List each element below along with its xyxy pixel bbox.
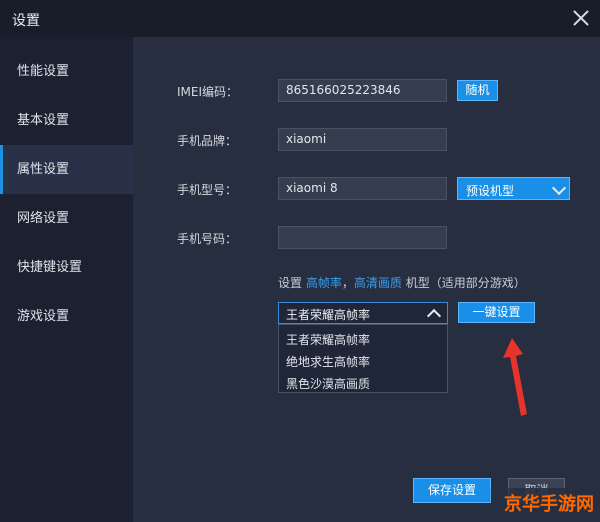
preset-model-label: 预设机型 xyxy=(466,184,515,198)
one-key-setup-button[interactable]: 一键设置 xyxy=(458,302,535,323)
hint-suffix: 机型（适用部分游戏） xyxy=(401,276,526,290)
frame-rate-hint: 设置 高帧率，高清画质 机型（适用部分游戏） xyxy=(278,274,526,291)
sidebar: 性能设置 基本设置 属性设置 网络设置 快捷键设置 游戏设置 xyxy=(0,37,133,522)
save-settings-button[interactable]: 保存设置 xyxy=(413,478,491,503)
sidebar-item-game[interactable]: 游戏设置 xyxy=(0,292,133,341)
hint-separator: ， xyxy=(341,276,354,290)
title-bar: 设置 xyxy=(0,0,600,37)
close-icon[interactable] xyxy=(570,7,592,29)
high-frame-rate-link[interactable]: 高帧率 xyxy=(306,276,342,290)
imei-label: IMEI编码： xyxy=(177,85,239,99)
high-quality-link[interactable]: 高清画质 xyxy=(354,276,402,290)
game-model-options: 王者荣耀高帧率 绝地求生高帧率 黑色沙漠高画质 xyxy=(278,324,448,393)
hint-prefix: 设置 xyxy=(278,276,306,290)
model-field[interactable]: xiaomi 8 xyxy=(278,177,447,200)
brand-field[interactable]: xiaomi xyxy=(278,128,447,151)
red-arrow-annotation xyxy=(503,338,527,416)
sidebar-item-basic[interactable]: 基本设置 xyxy=(0,96,133,145)
phone-field[interactable] xyxy=(278,226,447,249)
phone-label: 手机号码： xyxy=(177,232,238,246)
chevron-up-icon xyxy=(426,308,442,324)
chevron-down-icon xyxy=(551,180,567,196)
sidebar-item-performance[interactable]: 性能设置 xyxy=(0,47,133,96)
sidebar-item-network[interactable]: 网络设置 xyxy=(0,194,133,243)
sidebar-item-properties[interactable]: 属性设置 xyxy=(0,145,133,194)
random-button[interactable]: 随机 xyxy=(457,80,498,101)
sidebar-item-shortcuts[interactable]: 快捷键设置 xyxy=(0,243,133,292)
model-label: 手机型号： xyxy=(177,183,238,197)
preset-model-dropdown[interactable]: 预设机型 xyxy=(457,177,570,200)
option-pubg[interactable]: 绝地求生高帧率 xyxy=(286,353,370,370)
imei-field[interactable]: 865166025223846 xyxy=(278,79,447,102)
settings-window: 设置 性能设置 基本设置 属性设置 网络设置 快捷键设置 游戏设置 IMEI编码… xyxy=(0,0,600,522)
option-black-desert[interactable]: 黑色沙漠高画质 xyxy=(286,375,370,392)
game-model-select[interactable]: 王者荣耀高帧率 xyxy=(278,302,448,324)
option-honor-of-kings[interactable]: 王者荣耀高帧率 xyxy=(286,331,370,348)
game-model-selected: 王者荣耀高帧率 xyxy=(286,308,371,322)
properties-panel: IMEI编码： 865166025223846 随机 手机品牌： xiaomi … xyxy=(133,37,600,522)
window-title: 设置 xyxy=(12,13,40,29)
site-watermark: 京华手游网 xyxy=(488,488,600,522)
brand-label: 手机品牌： xyxy=(177,134,238,148)
